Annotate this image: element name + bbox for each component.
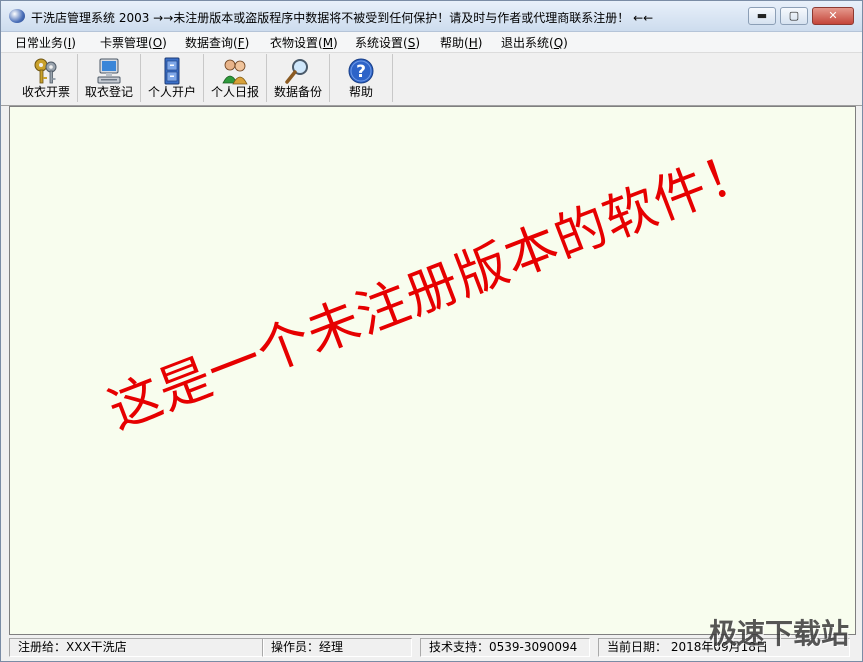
toolbar-label: 个人开户 xyxy=(147,85,196,99)
status-support: 技术支持：0539-3090094 xyxy=(420,638,590,657)
menu-system-settings[interactable]: 系统设置(S) xyxy=(355,34,420,51)
title-bar[interactable]: 干洗店管理系统 2003 →→未注册版本或盗版程序中数据将不被受到任何保护！请及… xyxy=(1,1,862,32)
toolbar-label: 收衣开票 xyxy=(21,85,70,99)
menu-exit[interactable]: 退出系统(Q) xyxy=(501,34,568,51)
site-logo: 极速下载站 xyxy=(708,617,849,650)
window-controls: ▬ ▢ ✕ xyxy=(744,7,854,25)
menu-data-query[interactable]: 数据查询(F) xyxy=(185,34,249,51)
open-account-button[interactable]: 个人开户 xyxy=(141,54,204,102)
app-icon xyxy=(9,9,25,23)
close-icon: ✕ xyxy=(828,9,838,22)
status-operator: 操作员：经理 xyxy=(262,638,412,657)
keys-icon xyxy=(34,58,57,84)
app-window: 干洗店管理系统 2003 →→未注册版本或盗版程序中数据将不被受到任何保护！请及… xyxy=(0,0,863,662)
magnifier-icon xyxy=(285,59,308,84)
toolbar-label: 个人日报 xyxy=(210,85,259,99)
pickup-register-button[interactable]: 取衣登记 xyxy=(78,54,141,102)
help-button[interactable]: ? 帮助 xyxy=(330,54,393,102)
minimize-button[interactable]: ▬ xyxy=(748,7,776,25)
receive-clothes-button[interactable]: 收衣开票 xyxy=(15,54,78,102)
toolbar-label: 数据备份 xyxy=(273,85,322,99)
people-icon xyxy=(222,59,248,85)
toolbar-label: 帮助 xyxy=(348,85,373,99)
menu-daily-business[interactable]: 日常业务(I) xyxy=(15,34,76,51)
svg-text:?: ? xyxy=(356,62,366,82)
menu-bar: 日常业务(I) 卡票管理(O) 数据查询(F) 衣物设置(M) 系统设置(S) … xyxy=(1,32,862,53)
menu-help[interactable]: 帮助(H) xyxy=(440,34,482,51)
toolbar-label: 取衣登记 xyxy=(84,85,133,99)
personal-daily-report-button[interactable]: 个人日报 xyxy=(204,54,267,102)
menu-clothes-settings[interactable]: 衣物设置(M) xyxy=(270,34,338,51)
computer-icon xyxy=(97,58,121,84)
close-button[interactable]: ✕ xyxy=(812,7,854,25)
data-backup-button[interactable]: 数据备份 xyxy=(267,54,330,102)
status-registered-to: 注册给：XXX干洗店 xyxy=(9,638,264,657)
menu-card-ticket[interactable]: 卡票管理(O) xyxy=(100,34,167,51)
maximize-button[interactable]: ▢ xyxy=(780,7,808,25)
help-icon: ? xyxy=(348,58,374,84)
maximize-icon: ▢ xyxy=(788,9,800,22)
toolbar: 收衣开票 取衣登记 个人开户 个人日报 数据备份 ? 帮助 xyxy=(1,53,862,106)
window-title: 干洗店管理系统 2003 →→未注册版本或盗版程序中数据将不被受到任何保护！请及… xyxy=(31,11,654,25)
cabinet-icon xyxy=(164,57,180,85)
minimize-icon: ▬ xyxy=(756,9,768,22)
